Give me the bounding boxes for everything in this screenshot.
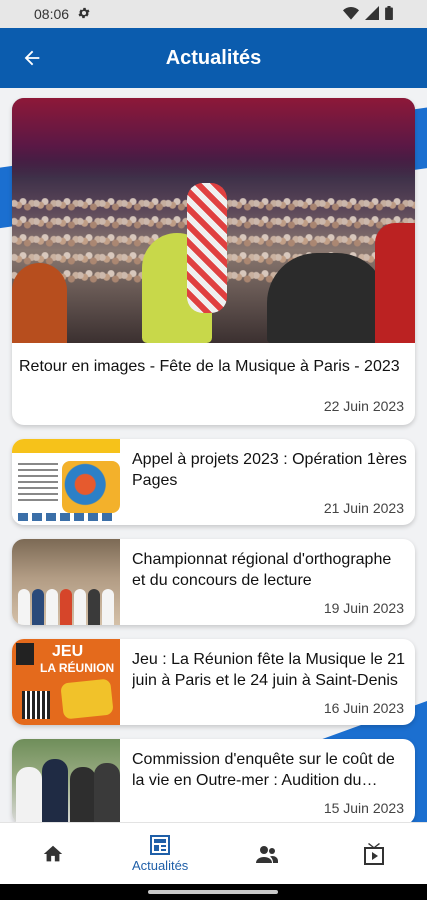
news-title: Championnat régional d'orthographe et du… [132,551,392,589]
news-card[interactable]: JEU LA RÉUNION Jeu : La Réunion fête la … [12,639,415,725]
news-card[interactable]: Commission d'enquête sur le coût de la v… [12,739,415,822]
thumbnail-text: JEU [52,643,84,660]
status-time: 08:06 [34,6,70,22]
battery-icon [385,5,393,23]
nav-tv[interactable] [320,823,427,884]
news-date: 21 Juin 2023 [323,500,404,516]
news-date: 22 Juin 2023 [323,398,404,414]
news-thumbnail [12,739,120,822]
news-title: Jeu : La Réunion fête la Musique le 21 j… [132,651,406,689]
news-title: Appel à projets 2023 : Opération 1ères P… [132,451,407,489]
news-thumbnail [12,539,120,625]
news-icon [150,835,171,855]
news-thumbnail [12,439,120,525]
back-button[interactable] [18,44,46,72]
nav-home[interactable] [0,823,107,884]
people-icon [255,845,278,863]
news-date: 16 Juin 2023 [323,700,404,716]
news-date: 15 Juin 2023 [323,800,404,816]
nav-community[interactable] [214,823,321,884]
news-title: Retour en images - Fête de la Musique à … [19,358,400,375]
nav-news-label: Actualités [131,858,189,873]
status-bar: 08:06 [0,0,427,28]
news-card[interactable]: Championnat régional d'orthographe et du… [12,539,415,625]
gear-icon [77,6,91,23]
bottom-navigation: Actualités [0,822,427,884]
page-title: Actualités [165,46,262,69]
news-list[interactable]: Retour en images - Fête de la Musique à … [0,88,427,822]
home-icon [44,845,63,861]
news-card-featured[interactable]: Retour en images - Fête de la Musique à … [12,98,415,425]
thumbnail-text: LA RÉUNION [40,661,115,675]
tv-play-icon [363,842,384,865]
news-title: Commission d'enquête sur le coût de la v… [132,751,395,789]
home-indicator[interactable] [148,890,278,894]
news-date: 19 Juin 2023 [323,600,404,616]
app-bar: Actualités [0,28,427,88]
news-thumbnail: JEU LA RÉUNION [12,639,120,725]
wifi-icon [343,6,359,23]
concert-photo [12,98,415,343]
system-gesture-bar [0,884,427,900]
signal-icon [365,5,379,23]
nav-news[interactable]: Actualités [107,823,214,884]
arrow-left-icon [24,50,40,66]
news-card[interactable]: Appel à projets 2023 : Opération 1ères P… [12,439,415,525]
